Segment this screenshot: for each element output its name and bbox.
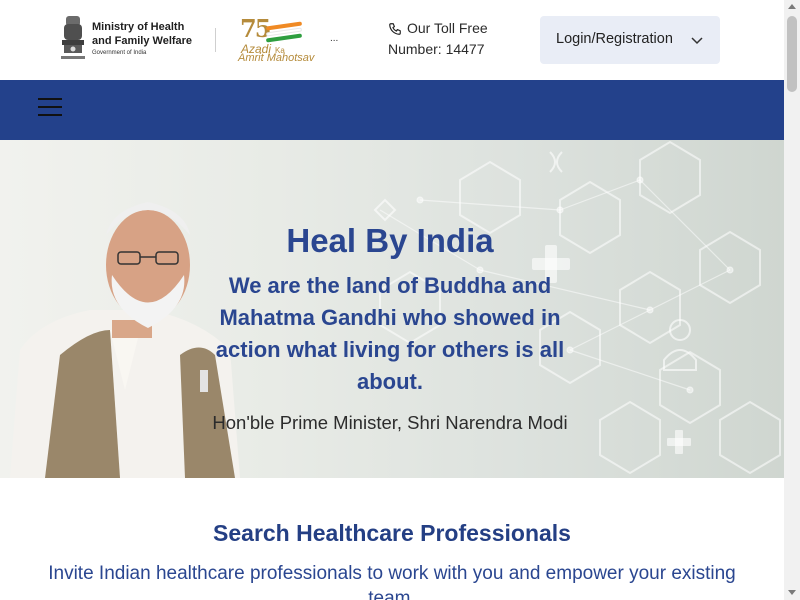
page: Ministry of Health and Family Welfare Go… xyxy=(0,0,800,600)
toll-free-label: Our Toll Free xyxy=(407,20,488,36)
amrit-mahotsav-word: Amrit Mahotsav xyxy=(238,52,315,64)
hero-quote: We are the land of Buddha and Mahatma Ga… xyxy=(215,273,565,394)
scrollbar-thumb[interactable] xyxy=(787,16,797,92)
toll-free-number[interactable]: Number: 14477 xyxy=(388,41,485,57)
logo-divider xyxy=(215,28,216,52)
scroll-down-arrow-icon[interactable] xyxy=(788,590,796,595)
quote-attribution: Hon'ble Prime Minister, Shri Narendra Mo… xyxy=(212,412,568,433)
azadi-ka-amrit-mahotsav-logo[interactable]: 75 Azadi Ka Amrit Mahotsav xyxy=(236,14,322,66)
hamburger-menu-icon[interactable] xyxy=(38,96,62,118)
ministry-name-line2: and Family Welfare xyxy=(92,35,193,47)
more-logos-ellipsis: ... xyxy=(330,33,339,44)
search-section-subtitle: Invite Indian healthcare professionals t… xyxy=(48,563,736,600)
top-header: Ministry of Health and Family Welfare Go… xyxy=(0,0,784,80)
hero-banner: Heal By India We are the land of Buddha … xyxy=(0,140,784,478)
login-registration-button[interactable]: Login/Registration xyxy=(540,16,720,64)
login-registration-label: Login/Registration xyxy=(556,31,673,47)
main-navbar xyxy=(0,80,784,140)
azadi-number: 75 xyxy=(240,14,271,43)
ministry-name-line1: Ministry of Health xyxy=(92,21,185,33)
chevron-down-icon xyxy=(691,37,703,45)
scroll-up-arrow-icon[interactable] xyxy=(788,4,796,9)
hero-title: Heal By India xyxy=(286,222,494,259)
ministry-logo-text[interactable]: Ministry of Health and Family Welfare Go… xyxy=(92,20,207,58)
phone-icon xyxy=(389,23,401,35)
government-label: Government of India xyxy=(92,50,147,56)
search-section-title: Search Healthcare Professionals xyxy=(213,520,571,546)
national-emblem-icon xyxy=(61,16,85,59)
page-scrollbar[interactable] xyxy=(784,0,800,600)
